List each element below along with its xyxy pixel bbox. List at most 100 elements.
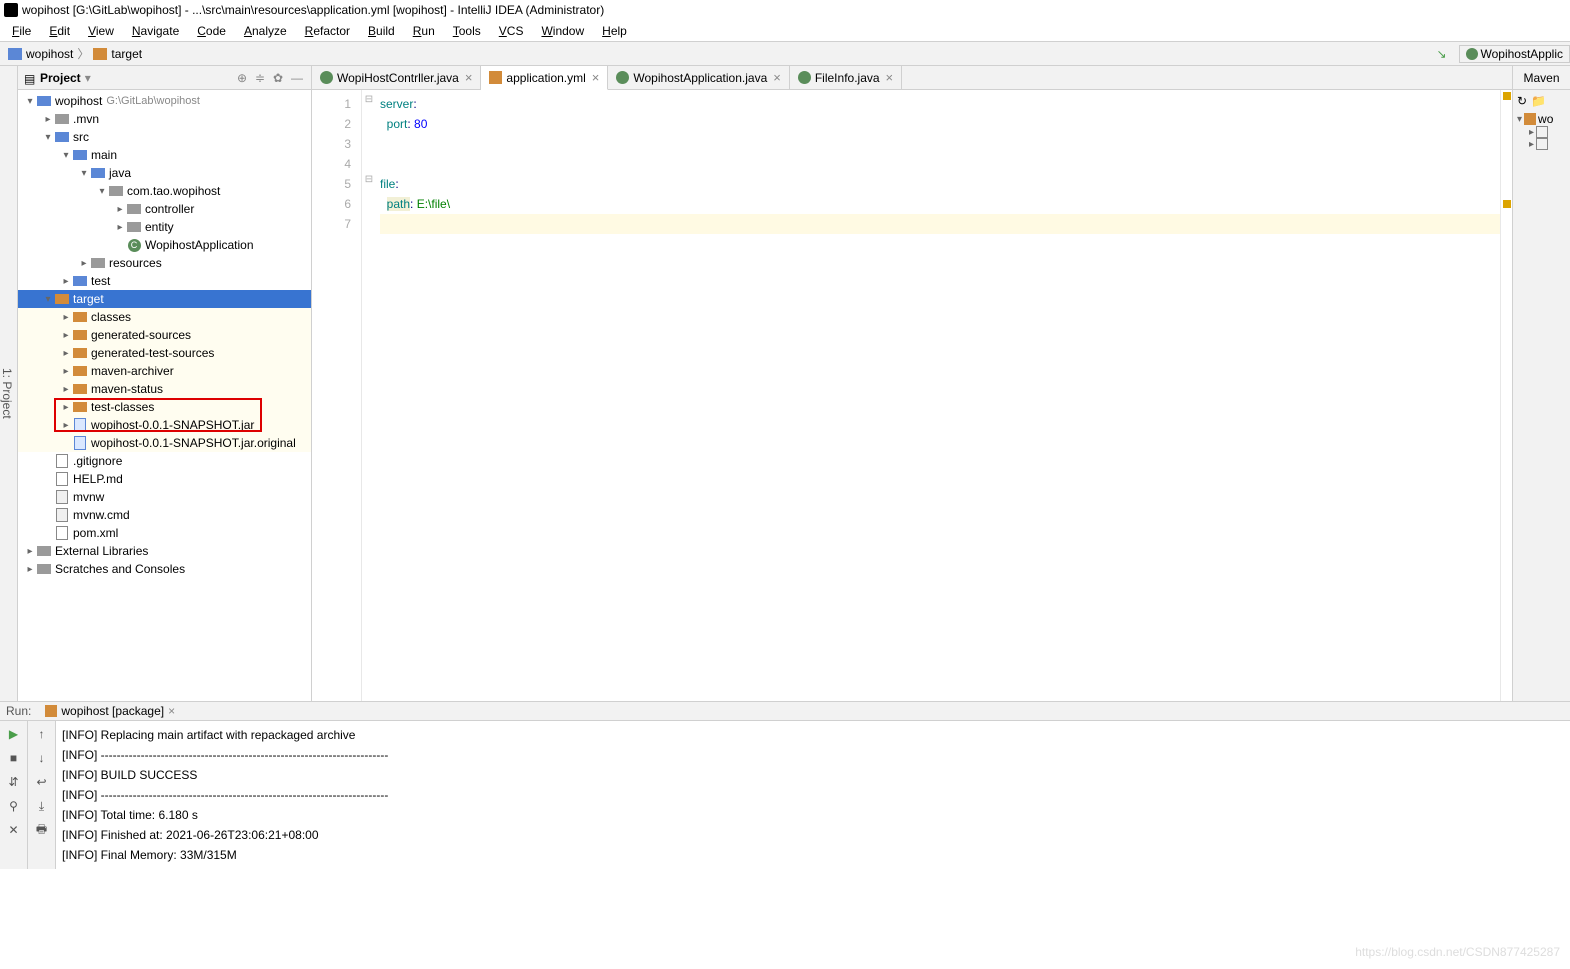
tree-item[interactable]: ▸classes bbox=[18, 308, 311, 326]
maven-tree[interactable]: ▾ wo ▸ ▸ bbox=[1513, 112, 1570, 150]
hide-icon[interactable]: — bbox=[291, 71, 305, 85]
settings-icon[interactable]: ✿ bbox=[273, 71, 287, 85]
print-icon[interactable]: 🖶 bbox=[33, 821, 51, 839]
project-tree[interactable]: ▾wopihostG:\GitLab\wopihost▸.mvn▾src▾mai… bbox=[18, 90, 311, 701]
code-line[interactable]: server: bbox=[380, 94, 1500, 114]
collapse-icon[interactable]: ≑ bbox=[255, 71, 269, 85]
tree-arrow-icon[interactable]: ▾ bbox=[60, 150, 72, 161]
fold-icon[interactable] bbox=[362, 134, 376, 154]
run-config-selector[interactable]: WopihostApplic bbox=[1459, 45, 1570, 63]
fold-icon[interactable]: ⊟ bbox=[362, 174, 376, 194]
close-icon[interactable]: × bbox=[592, 70, 600, 85]
menu-code[interactable]: Code bbox=[189, 22, 234, 40]
soft-wrap-icon[interactable]: ↩ bbox=[33, 773, 51, 791]
tree-arrow-icon[interactable]: ▾ bbox=[96, 186, 108, 197]
warning-mark-icon[interactable] bbox=[1503, 200, 1511, 208]
tree-item[interactable]: ▸test bbox=[18, 272, 311, 290]
code-line[interactable]: path: E:\file\ bbox=[380, 194, 1500, 214]
fold-icon[interactable] bbox=[362, 194, 376, 214]
tree-arrow-icon[interactable]: ▾ bbox=[42, 132, 54, 143]
menu-navigate[interactable]: Navigate bbox=[124, 22, 187, 40]
fold-icon[interactable] bbox=[362, 114, 376, 134]
tree-arrow-icon[interactable]: ▸ bbox=[60, 330, 72, 341]
tree-item[interactable]: ▾java bbox=[18, 164, 311, 182]
add-icon[interactable]: 📁 bbox=[1531, 94, 1546, 108]
tree-item[interactable]: ▸maven-status bbox=[18, 380, 311, 398]
pin-icon[interactable]: ⚲ bbox=[5, 797, 23, 815]
editor-tab[interactable]: FileInfo.java× bbox=[790, 66, 902, 89]
tree-arrow-icon[interactable]: ▾ bbox=[42, 294, 54, 305]
tree-item[interactable]: ▸pom.xml bbox=[18, 524, 311, 542]
close-icon[interactable]: × bbox=[886, 70, 894, 85]
code-editor[interactable]: 1234567 ⊟⊟ server: port: 80 file: path: … bbox=[312, 90, 1512, 701]
menu-tools[interactable]: Tools bbox=[445, 22, 489, 40]
build-icon[interactable]: ↘ bbox=[1436, 47, 1446, 61]
tree-arrow-icon[interactable]: ▸ bbox=[114, 204, 126, 215]
close-icon[interactable]: × bbox=[773, 70, 781, 85]
fold-gutter[interactable]: ⊟⊟ bbox=[362, 90, 376, 701]
tree-arrow-icon[interactable]: ▾ bbox=[24, 96, 36, 107]
tree-arrow-icon[interactable]: ▸ bbox=[78, 258, 90, 269]
tree-arrow-icon[interactable]: ▸ bbox=[60, 366, 72, 377]
tree-item[interactable]: ▸wopihost-0.0.1-SNAPSHOT.jar.original bbox=[18, 434, 311, 452]
left-tool-strip[interactable]: 1: Project bbox=[0, 66, 18, 701]
tree-arrow-icon[interactable]: ▾ bbox=[78, 168, 90, 179]
menu-edit[interactable]: Edit bbox=[41, 22, 78, 40]
tree-item[interactable]: ▸generated-test-sources bbox=[18, 344, 311, 362]
code-line[interactable] bbox=[380, 154, 1500, 174]
menu-run[interactable]: Run bbox=[405, 22, 443, 40]
code-line[interactable] bbox=[380, 214, 1500, 234]
scroll-end-icon[interactable]: ⤓ bbox=[33, 797, 51, 815]
tree-item[interactable]: ▾src bbox=[18, 128, 311, 146]
menu-help[interactable]: Help bbox=[594, 22, 635, 40]
code-line[interactable]: file: bbox=[380, 174, 1500, 194]
locate-icon[interactable]: ⊕ bbox=[237, 71, 251, 85]
tree-item[interactable]: ▸generated-sources bbox=[18, 326, 311, 344]
menu-window[interactable]: Window bbox=[533, 22, 592, 40]
warning-mark-icon[interactable] bbox=[1503, 92, 1511, 100]
tree-item[interactable]: ▸HELP.md bbox=[18, 470, 311, 488]
tree-item[interactable]: ▸entity bbox=[18, 218, 311, 236]
tree-item[interactable]: ▾com.tao.wopihost bbox=[18, 182, 311, 200]
project-tool-tab[interactable]: 1: Project bbox=[0, 368, 14, 419]
tree-item[interactable]: ▸.gitignore bbox=[18, 452, 311, 470]
tree-item[interactable]: ▸mvnw bbox=[18, 488, 311, 506]
menu-view[interactable]: View bbox=[80, 22, 122, 40]
tree-arrow-icon[interactable]: ▸ bbox=[60, 276, 72, 287]
tree-item[interactable]: ▸maven-archiver bbox=[18, 362, 311, 380]
tree-item[interactable]: ▸controller bbox=[18, 200, 311, 218]
refresh-icon[interactable]: ↻ bbox=[1517, 94, 1527, 108]
tree-arrow-icon[interactable]: ▸ bbox=[60, 312, 72, 323]
rerun-icon[interactable]: ▶ bbox=[5, 725, 23, 743]
tree-item[interactable]: ▾main bbox=[18, 146, 311, 164]
chevron-right-icon[interactable]: ▸ bbox=[1529, 127, 1534, 138]
restore-layout-icon[interactable]: ⇵ bbox=[5, 773, 23, 791]
tree-arrow-icon[interactable]: ▸ bbox=[60, 348, 72, 359]
breadcrumb-item[interactable]: target bbox=[111, 47, 142, 61]
error-stripe[interactable] bbox=[1500, 90, 1512, 701]
tree-item[interactable]: ▸mvnw.cmd bbox=[18, 506, 311, 524]
editor-tab[interactable]: WopihostApplication.java× bbox=[608, 66, 789, 89]
fold-icon[interactable] bbox=[362, 214, 376, 234]
editor-tab[interactable]: WopiHostContrller.java× bbox=[312, 66, 481, 89]
code-content[interactable]: server: port: 80 file: path: E:\file\ bbox=[376, 90, 1500, 701]
menu-analyze[interactable]: Analyze bbox=[236, 22, 295, 40]
tree-item[interactable]: ▸.mvn bbox=[18, 110, 311, 128]
dropdown-icon[interactable]: ▾ bbox=[85, 71, 91, 85]
fold-icon[interactable] bbox=[362, 154, 376, 174]
up-icon[interactable]: ↑ bbox=[33, 725, 51, 743]
console-output[interactable]: [INFO] Replacing main artifact with repa… bbox=[56, 721, 1570, 869]
run-tab[interactable]: wopihost [package] × bbox=[39, 702, 181, 720]
down-icon[interactable]: ↓ bbox=[33, 749, 51, 767]
tree-arrow-icon[interactable]: ▸ bbox=[42, 114, 54, 125]
close-icon[interactable]: × bbox=[168, 704, 175, 718]
chevron-right-icon[interactable]: ▸ bbox=[1529, 139, 1534, 150]
tree-item[interactable]: ▸resources bbox=[18, 254, 311, 272]
tree-arrow-icon[interactable]: ▸ bbox=[24, 546, 36, 557]
close-icon[interactable]: × bbox=[465, 70, 473, 85]
editor-tab[interactable]: application.yml× bbox=[481, 66, 608, 90]
tree-arrow-icon[interactable]: ▸ bbox=[24, 564, 36, 575]
stop-icon[interactable]: ■ bbox=[5, 749, 23, 767]
breadcrumb-item[interactable]: wopihost bbox=[26, 47, 73, 61]
tree-item[interactable]: ▾wopihostG:\GitLab\wopihost bbox=[18, 92, 311, 110]
